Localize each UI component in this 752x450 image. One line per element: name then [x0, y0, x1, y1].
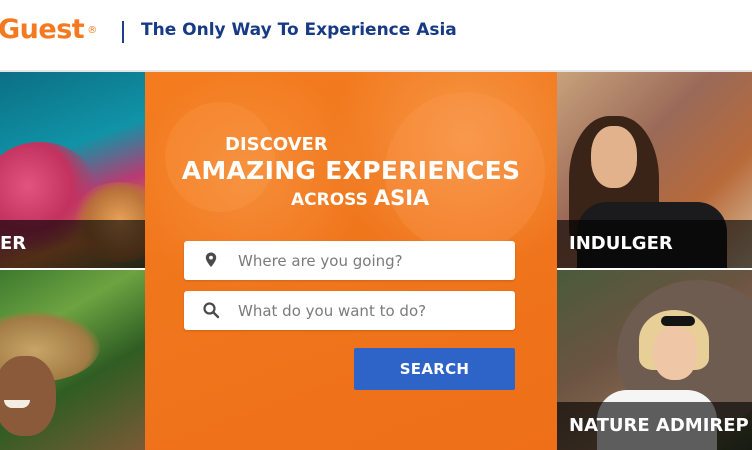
tile-label: ER — [0, 220, 145, 268]
woman-portrait-image — [0, 356, 56, 436]
tile-label: INDULGER — [557, 220, 752, 268]
smile-detail — [4, 400, 30, 408]
hero-headline-asia: ASIA — [373, 186, 430, 210]
tile-label: NATURE ADMIREP — [557, 402, 752, 450]
hero-headline-line2: AMAZING EXPERIENCES — [181, 156, 521, 185]
logo-text: Guest — [0, 14, 85, 45]
sunglasses-detail — [661, 316, 695, 326]
destination-field[interactable] — [184, 241, 515, 280]
site-logo[interactable]: Guest ® — [0, 14, 97, 45]
map-pin-icon — [205, 252, 217, 267]
hero-banner: DISCOVER AMAZING EXPERIENCES ACROSS ASIA… — [145, 72, 557, 450]
hero-headline-line3: ACROSS ASIA — [291, 186, 557, 210]
woman-portrait-image — [653, 326, 697, 380]
registered-mark: ® — [87, 25, 97, 36]
hero-headline-line1: DISCOVER — [225, 134, 328, 155]
woman-portrait-image — [591, 126, 637, 188]
site-header: Guest ® The Only Way To Experience Asia — [0, 0, 752, 72]
category-tile-explorer[interactable]: ER — [0, 72, 145, 268]
hero-headline-across: ACROSS — [291, 190, 368, 210]
search-icon — [203, 302, 220, 319]
search-button[interactable]: SEARCH — [354, 348, 515, 390]
category-tile-culture[interactable] — [0, 270, 145, 450]
destination-input[interactable] — [238, 241, 508, 280]
site-tagline: The Only Way To Experience Asia — [141, 20, 457, 40]
category-tile-indulger[interactable]: INDULGER — [557, 72, 752, 268]
category-tile-nature-admirer[interactable]: NATURE ADMIREP — [557, 270, 752, 450]
header-divider — [122, 21, 124, 43]
activity-input[interactable] — [238, 291, 508, 330]
activity-field[interactable] — [184, 291, 515, 330]
